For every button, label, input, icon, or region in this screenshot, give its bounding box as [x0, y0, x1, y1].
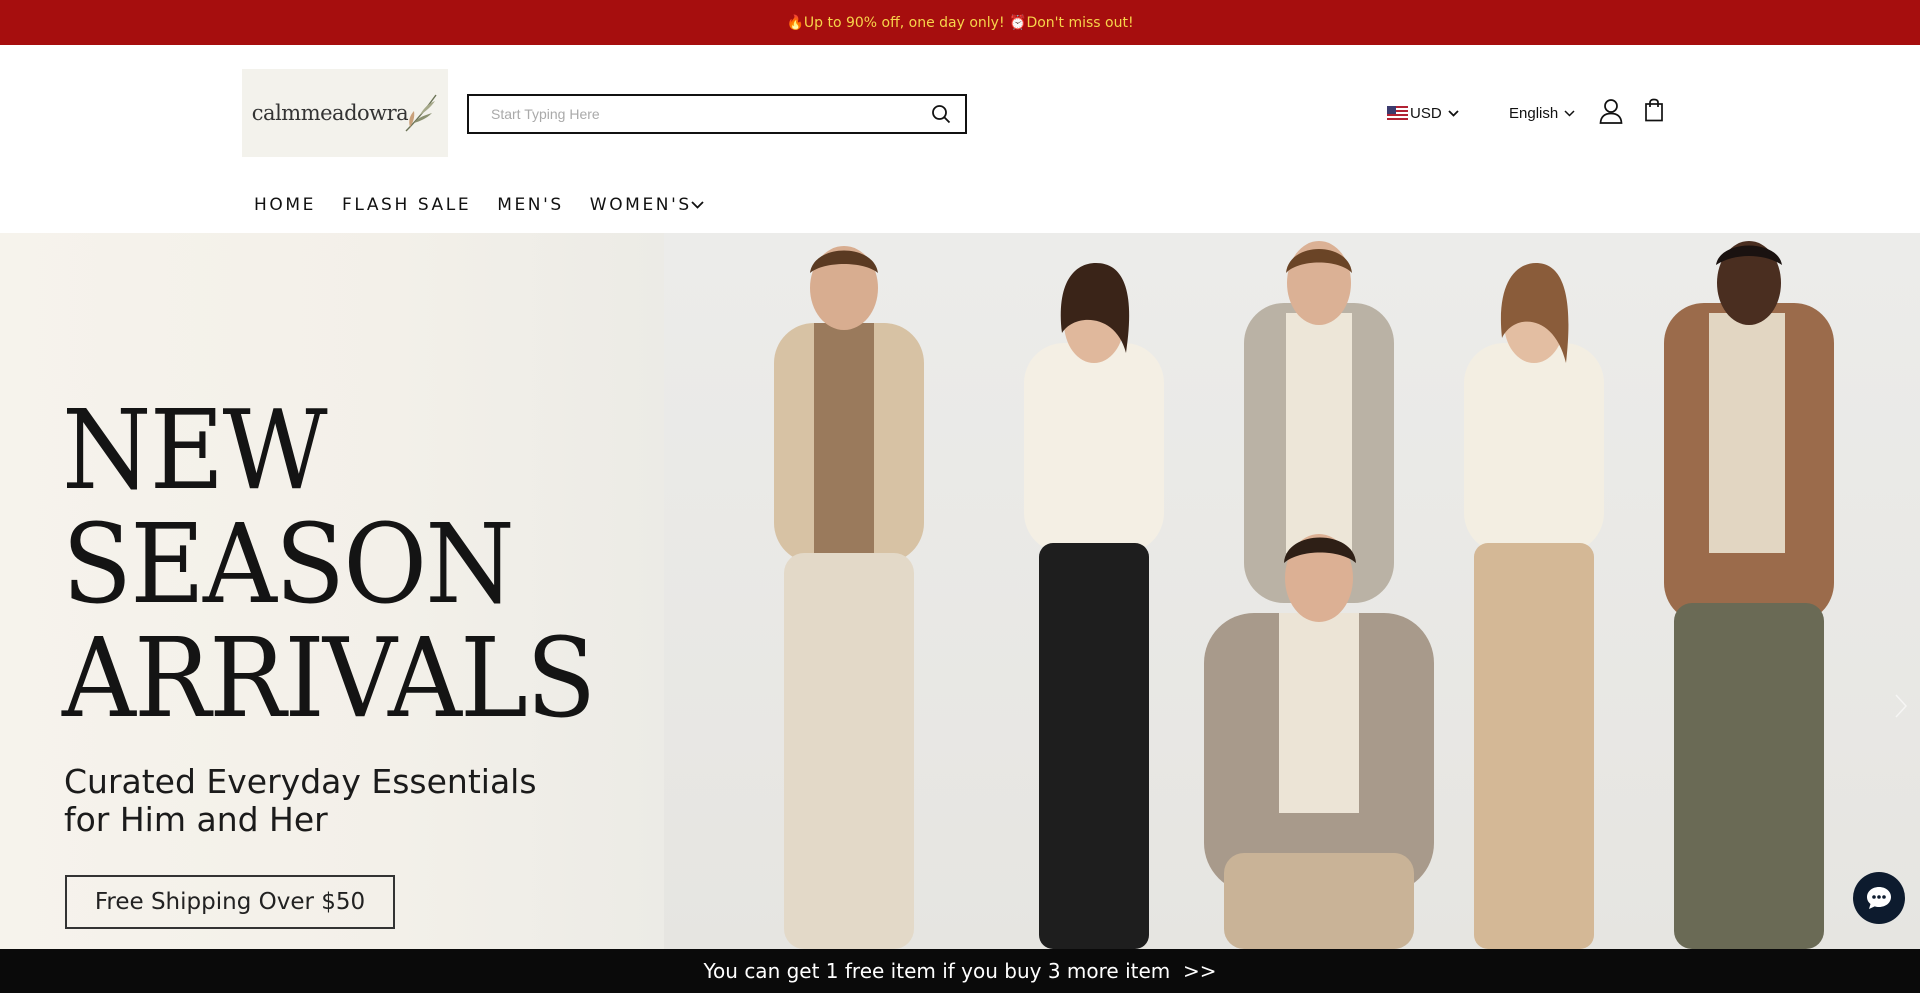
nav-item-label: HOME	[254, 195, 316, 215]
leaf-logo-icon	[405, 94, 437, 132]
site-header: calmmeadowra USD English	[0, 45, 1920, 233]
nav-item-label: WOMEN'S	[589, 195, 692, 215]
headline-line: ARRIVALS	[62, 614, 596, 742]
currency-label: USD	[1410, 104, 1442, 122]
logo-text: calmmeadowra	[251, 101, 409, 125]
promo-bar-text: You can get 1 free item if you buy 3 mor…	[703, 959, 1217, 983]
chevron-down-icon	[691, 201, 704, 209]
chevron-right-icon	[1895, 694, 1908, 718]
free-shipping-badge[interactable]: Free Shipping Over $50	[65, 875, 395, 929]
hero-banner[interactable]: NEW SEASON ARRIVALS Curated Everyday Ess…	[0, 233, 1920, 949]
bag-icon	[1645, 98, 1663, 122]
slider-next-button[interactable]	[1894, 693, 1908, 724]
headline-line: SEASON	[62, 500, 515, 628]
main-nav: HOME FLASH SALE MEN'S WOMEN'S	[254, 195, 730, 215]
us-flag-icon	[1387, 106, 1408, 120]
announcement-text: 🔥Up to 90% off, one day only! ⏰Don't mis…	[786, 14, 1134, 31]
site-logo[interactable]: calmmeadowra	[242, 69, 448, 157]
hero-headline: NEW SEASON ARRIVALS	[62, 386, 596, 742]
subheadline-line: for Him and Her	[64, 800, 328, 839]
nav-item-label: FLASH SALE	[341, 195, 472, 215]
chevron-down-icon	[1448, 109, 1459, 117]
announcement-bar: 🔥Up to 90% off, one day only! ⏰Don't mis…	[0, 0, 1920, 45]
language-selector[interactable]: English	[1509, 101, 1575, 125]
nav-item-home[interactable]: HOME	[254, 195, 316, 215]
search-icon	[932, 105, 951, 124]
nav-item-flash-sale[interactable]: FLASH SALE	[342, 195, 471, 215]
subheadline-line: Curated Everyday Essentials	[64, 762, 537, 801]
search-bar	[467, 94, 967, 134]
hero-subheadline: Curated Everyday Essentials for Him and …	[64, 763, 537, 839]
search-button[interactable]	[917, 96, 965, 132]
chevron-down-icon	[1564, 109, 1575, 117]
chat-button[interactable]	[1853, 872, 1905, 924]
user-icon	[1599, 99, 1623, 124]
account-button[interactable]	[1599, 98, 1623, 129]
nav-item-womens[interactable]: WOMEN'S	[590, 195, 704, 215]
language-label: English	[1509, 104, 1559, 122]
chat-bubble-icon	[1867, 887, 1891, 909]
currency-selector[interactable]: USD	[1387, 101, 1459, 125]
models-photo	[774, 241, 1834, 949]
nav-item-mens[interactable]: MEN'S	[497, 195, 564, 215]
cart-button[interactable]	[1644, 98, 1664, 127]
headline-line: NEW	[62, 386, 328, 514]
nav-item-label: MEN'S	[497, 195, 564, 215]
search-input[interactable]	[469, 96, 917, 132]
free-item-promo-bar[interactable]: You can get 1 free item if you buy 3 mor…	[0, 949, 1920, 993]
